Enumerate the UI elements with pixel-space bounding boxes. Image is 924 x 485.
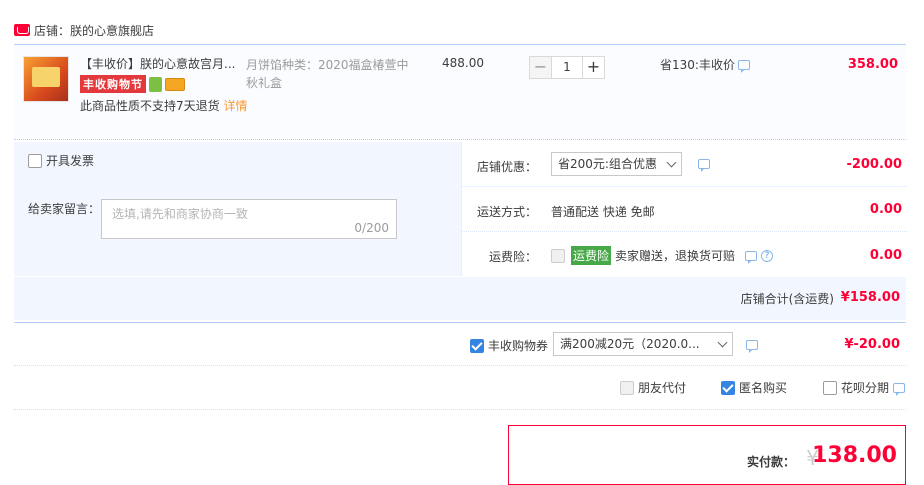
invoice-option[interactable]: 开具发票 xyxy=(28,152,94,169)
message-label: 给卖家留言： xyxy=(28,202,101,216)
shipping-label: 运送方式： xyxy=(476,205,537,219)
quantity-minus-button[interactable]: − xyxy=(529,56,552,79)
return-notice: 此商品性质不支持7天退货 详情 xyxy=(80,97,250,115)
shipping-row: 运送方式： 普通配送 快递 免邮 0.00 xyxy=(462,187,907,232)
coupon-option[interactable]: 丰收购物券 xyxy=(470,337,548,354)
item-discount-text: 省130:丰收价 xyxy=(660,58,735,72)
anonymous-label: 匿名购买 xyxy=(739,381,788,395)
coupon-checkbox[interactable] xyxy=(470,338,484,353)
product-title[interactable]: 【丰收价】朕的心意故宫月... xyxy=(80,55,240,72)
order-item: 【丰收价】朕的心意故宫月... 丰收购物节 此商品性质不支持7天退货 详情 月饼… xyxy=(14,44,906,140)
anonymous-option[interactable]: 匿名购买 xyxy=(721,379,787,396)
info-bubble-icon[interactable] xyxy=(746,340,758,353)
shipping-price: 0.00 xyxy=(869,202,902,217)
info-bubble-icon[interactable] xyxy=(893,382,906,396)
friend-pay-option: 朋友代付 xyxy=(620,379,686,396)
huabei-option[interactable]: 花呗分期 xyxy=(823,379,906,396)
quantity-stepper: − 1 + xyxy=(529,56,605,79)
shop-total-label: 店铺合计(含运费) xyxy=(740,292,834,306)
invoice-label: 开具发票 xyxy=(46,154,95,168)
message-textarea[interactable]: 选填,请先和商家协商一致 0/200 xyxy=(101,199,397,239)
huabei-checkbox[interactable] xyxy=(823,380,837,395)
invoice-checkbox[interactable] xyxy=(28,153,42,168)
info-bubble-icon[interactable] xyxy=(745,250,758,264)
product-thumbnail[interactable] xyxy=(23,56,69,102)
shop-total-row: 店铺合计(含运费) ¥158.00 xyxy=(14,276,906,320)
unit-price: 488.00 xyxy=(442,56,484,70)
insurance-checkbox xyxy=(551,248,565,263)
payment-amount: 138.00 xyxy=(812,443,897,468)
product-badges: 丰收购物节 xyxy=(80,75,185,93)
shop-discount-row: 店铺优惠： 省200元:组合优惠 -200.00 xyxy=(462,142,907,187)
tmall-icon xyxy=(14,24,30,36)
coupon-label: 丰收购物券 xyxy=(488,339,549,353)
shop-discount-value: 省200元:组合优惠 xyxy=(558,157,657,171)
coupon-price: ¥-20.00 xyxy=(844,337,900,352)
info-bubble-icon[interactable] xyxy=(737,59,750,73)
insurance-tag: 运费险 xyxy=(571,246,612,265)
shop-discount-label: 店铺优惠： xyxy=(476,160,537,174)
shop-discount-amount: -200.00 xyxy=(846,157,902,172)
insurance-label: 运费险： xyxy=(488,250,537,264)
chevron-down-icon xyxy=(717,337,728,348)
sku-info: 月饼馅种类：2020福盒椿萱中秋礼盒 xyxy=(246,58,409,90)
coupon-select[interactable]: 满200减20元（2020.0... xyxy=(553,332,733,356)
message-char-count: 0/200 xyxy=(354,221,389,235)
card-icon xyxy=(165,77,185,91)
friend-pay-label: 朋友代付 xyxy=(638,381,687,395)
details-link[interactable]: 详情 xyxy=(223,99,247,113)
quantity-plus-button[interactable]: + xyxy=(582,56,605,79)
order-options-panel: 店铺优惠： 省200元:组合优惠 -200.00 运送方式： 普通配送 快递 免… xyxy=(461,142,907,277)
payment-label: 实付款： xyxy=(746,455,795,469)
shop-name[interactable]: 店铺：朕的心意旗舰店 xyxy=(34,22,154,39)
quantity-input[interactable]: 1 xyxy=(552,56,582,79)
promo-badge: 丰收购物节 xyxy=(80,75,146,93)
item-subtotal: 358.00 xyxy=(847,57,898,72)
shop-total-price: ¥158.00 xyxy=(840,290,900,305)
anonymous-checkbox[interactable] xyxy=(721,380,735,395)
coupon-select-value: 满200减20元（2020.0... xyxy=(560,337,700,351)
insurance-price: 0.00 xyxy=(869,248,902,263)
chevron-down-icon xyxy=(666,157,677,168)
huabei-label: 花呗分期 xyxy=(841,381,890,395)
friend-pay-checkbox xyxy=(620,380,634,395)
shipping-value: 普通配送 快递 免邮 xyxy=(551,205,655,219)
payment-options-row: 朋友代付 匿名购买 花呗分期 xyxy=(14,368,906,410)
insurance-row: 运费险： 运费险 卖家赠送，退换货可赔 ? 0.00 xyxy=(462,232,907,277)
shop-header: 店铺：朕的心意旗舰店 xyxy=(14,20,154,40)
coupon-row: 丰收购物券 满200减20元（2020.0... ¥-20.00 xyxy=(14,322,906,366)
info-bubble-icon[interactable] xyxy=(697,159,710,172)
eco-icon xyxy=(149,76,162,92)
message-placeholder: 选填,请先和商家协商一致 xyxy=(112,207,248,221)
return-notice-text: 此商品性质不支持7天退货 xyxy=(80,99,220,113)
help-icon[interactable]: ? xyxy=(761,249,774,262)
shop-discount-select[interactable]: 省200元:组合优惠 xyxy=(551,152,682,176)
payment-summary: 实付款： ¥ 138.00 xyxy=(508,425,906,485)
item-discount: 省130:丰收价 xyxy=(660,56,750,73)
insurance-value: 卖家赠送，退换货可赔 xyxy=(615,249,736,263)
